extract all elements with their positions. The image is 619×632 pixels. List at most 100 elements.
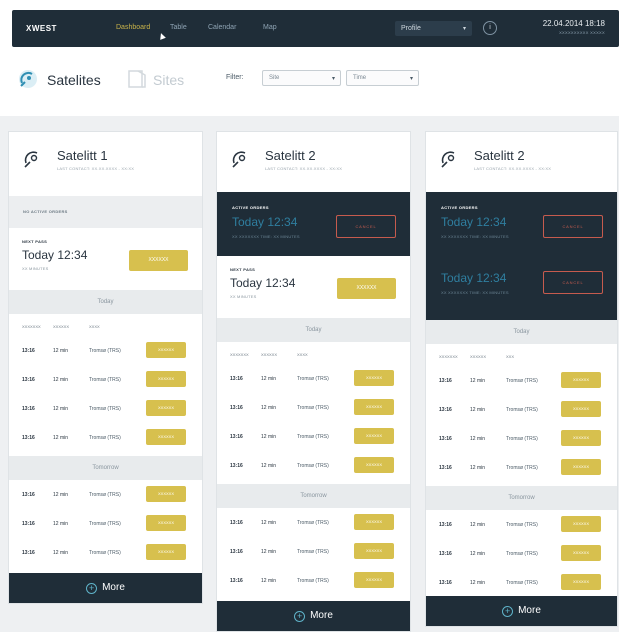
nav-map[interactable]: Map	[263, 24, 277, 31]
pass-duration: 12 min	[470, 436, 486, 442]
table-row: 13:16 12 min Tromsø (TRS) XXXXXX	[217, 537, 410, 566]
pass-time: 13:16	[22, 550, 35, 556]
pass-time: 13:16	[230, 578, 243, 584]
next-pass-time: Today 12:34	[22, 248, 88, 262]
table-row: 13:16 12 min Tromsø (TRS) XXXXXX	[9, 480, 202, 509]
active-orders-block: ACTIVE ORDERS Today 12:34 XX XXXXXXX TIM…	[217, 192, 410, 256]
pass-site: Tromsø (TRS)	[89, 377, 121, 383]
row-action-button[interactable]: XXXXXX	[354, 572, 394, 588]
satellite-dish-icon	[232, 151, 246, 168]
row-action-button[interactable]: XXXXXX	[146, 400, 186, 416]
satellite-card-1: Satelitt 1 LAST CONTACT: XX.XX.XXXX - XX…	[8, 131, 203, 604]
pass-time: 13:16	[439, 522, 452, 528]
pass-duration: 12 min	[53, 348, 69, 354]
column-header-site: XXXX	[89, 324, 100, 329]
datetime-display: 22.04.2014 18:18 XXXXXXXXXX XXXXX	[543, 19, 605, 35]
section-today: Today	[9, 290, 202, 314]
pass-site: Tromsø (TRS)	[89, 550, 121, 556]
tab-sites[interactable]: Sites	[153, 72, 184, 88]
row-action-button[interactable]: XXXXXX	[354, 399, 394, 415]
time-filter-select[interactable]: Time ▾	[346, 70, 419, 86]
row-action-button[interactable]: XXXXXX	[561, 516, 601, 532]
table-row: 13:16 12 min Tromsø (TRS) XXXXXX	[426, 366, 617, 395]
pass-time: 13:16	[22, 435, 35, 441]
row-action-button[interactable]: XXXXXX	[561, 430, 601, 446]
pass-duration: 12 min	[53, 435, 69, 441]
pass-duration: 12 min	[53, 406, 69, 412]
more-button[interactable]: + More	[426, 596, 617, 626]
active-order-time: Today 12:34	[232, 215, 298, 229]
site-filter-value: Site	[269, 75, 280, 81]
card-title: Satelitt 2	[265, 148, 316, 163]
section-tomorrow: Tomorrow	[426, 486, 617, 510]
pass-site: Tromsø (TRS)	[297, 376, 329, 382]
active-orders-label: ACTIVE ORDERS	[441, 205, 478, 210]
cancel-button[interactable]: CANCEL	[336, 215, 396, 238]
next-pass-block: NEXT PASS Today 12:34 XX MINUTES XXXXXX	[9, 228, 202, 290]
next-pass-button[interactable]: XXXXXX	[129, 250, 188, 271]
row-action-button[interactable]: XXXXXX	[146, 515, 186, 531]
tab-satellites[interactable]: Satelites	[47, 72, 101, 88]
nav-table[interactable]: Table	[170, 24, 187, 31]
more-button[interactable]: + More	[217, 601, 410, 631]
pass-time: 13:16	[22, 348, 35, 354]
column-header-time: XXXXXXX	[22, 324, 41, 329]
pass-time: 13:16	[230, 549, 243, 555]
table-header: XXXXXXX XXXXXX XXXX	[217, 342, 410, 364]
row-action-button[interactable]: XXXXXX	[561, 574, 601, 590]
table-row: 13:16 12 min Tromsø (TRS) XXXXXX	[9, 423, 202, 452]
table-row: 13:16 12 min Tromsø (TRS) XXXXXX	[217, 451, 410, 480]
nav-dashboard[interactable]: Dashboard	[116, 24, 150, 31]
pass-site: Tromsø (TRS)	[506, 580, 538, 586]
pass-duration: 12 min	[53, 377, 69, 383]
pass-duration: 12 min	[470, 522, 486, 528]
row-action-button[interactable]: XXXXXX	[146, 544, 186, 560]
satellite-card-2: Satelitt 2 LAST CONTACT: XX.XX.XXXX - XX…	[216, 131, 411, 632]
pass-duration: 12 min	[470, 378, 486, 384]
row-action-button[interactable]: XXXXXX	[354, 370, 394, 386]
pass-time: 13:16	[230, 405, 243, 411]
row-action-button[interactable]: XXXXXX	[354, 543, 394, 559]
nav-calendar[interactable]: Calendar	[208, 24, 236, 31]
profile-dropdown[interactable]: Profile ▾	[395, 21, 472, 36]
row-action-button[interactable]: XXXXXX	[354, 428, 394, 444]
next-pass-label: NEXT PASS	[22, 239, 48, 244]
datetime-value: 22.04.2014 18:18	[542, 19, 605, 28]
row-action-button[interactable]: XXXXXX	[561, 401, 601, 417]
row-action-button[interactable]: XXXXXX	[561, 545, 601, 561]
cancel-button[interactable]: CANCEL	[543, 271, 603, 294]
row-action-button[interactable]: XXXXXX	[146, 342, 186, 358]
more-button[interactable]: + More	[9, 573, 202, 603]
card-title: Satelitt 1	[57, 148, 108, 163]
datetime-subtitle: XXXXXXXXXX XXXXX	[559, 30, 605, 35]
row-action-button[interactable]: XXXXXX	[354, 457, 394, 473]
pass-time: 13:16	[230, 376, 243, 382]
pass-site: Tromsø (TRS)	[297, 578, 329, 584]
active-order: ACTIVE ORDERS Today 12:34 XX XXXXXXX TIM…	[217, 192, 410, 256]
row-action-button[interactable]: XXXXXX	[561, 372, 601, 388]
pass-time: 13:16	[230, 434, 243, 440]
pass-site: Tromsø (TRS)	[89, 492, 121, 498]
chevron-down-icon: ▾	[462, 26, 466, 32]
pass-time: 13:16	[230, 520, 243, 526]
cancel-button[interactable]: CANCEL	[543, 215, 603, 238]
more-label: More	[518, 605, 541, 616]
active-orders-block: ACTIVE ORDERS Today 12:34 XX XXXXXXX TIM…	[426, 192, 617, 320]
row-action-button[interactable]: XXXXXX	[354, 514, 394, 530]
table-row: 13:16 12 min Tromsø (TRS) XXXXXX	[9, 509, 202, 538]
site-filter-select[interactable]: Site ▾	[262, 70, 341, 86]
pass-site: Tromsø (TRS)	[297, 434, 329, 440]
row-action-button[interactable]: XXXXXX	[146, 371, 186, 387]
section-today: Today	[426, 320, 617, 344]
mouse-cursor-icon	[158, 32, 166, 40]
active-order-detail: XX XXXXXXX TIME: XX MINUTES	[441, 234, 509, 239]
row-action-button[interactable]: XXXXXX	[146, 429, 186, 445]
next-pass-button[interactable]: XXXXXX	[337, 278, 396, 299]
row-action-button[interactable]: XXXXXX	[561, 459, 601, 475]
next-pass-label: NEXT PASS	[230, 267, 256, 272]
pass-duration: 12 min	[53, 550, 69, 556]
card-subtitle: LAST CONTACT: XX.XX.XXXX - XX:XX	[57, 166, 135, 171]
next-pass-duration: XX MINUTES	[230, 294, 257, 299]
row-action-button[interactable]: XXXXXX	[146, 486, 186, 502]
info-icon[interactable]: i	[483, 21, 497, 35]
